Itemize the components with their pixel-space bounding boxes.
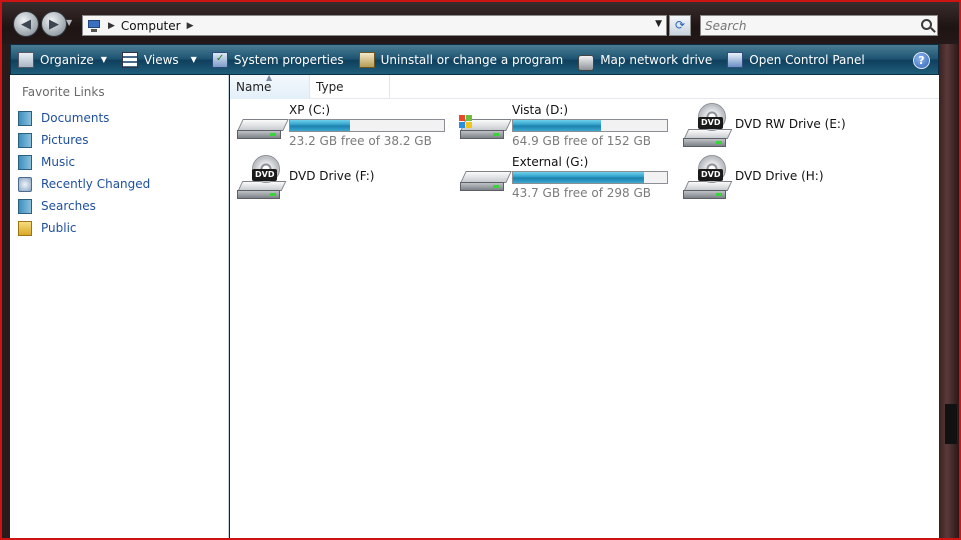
- views-button[interactable]: Views ▼: [115, 45, 205, 74]
- dvd-drive-icon: DVD: [236, 155, 287, 201]
- back-button[interactable]: ◀: [13, 11, 39, 37]
- address-bar-area: ◀ ▶ ▼ ▶ Computer ▶ ▼ ⟳: [2, 2, 959, 44]
- search-icon[interactable]: [921, 19, 932, 30]
- desktop-background-edge: [939, 44, 959, 538]
- views-icon: [121, 51, 138, 68]
- organize-icon: [18, 51, 34, 68]
- address-dropdown-icon[interactable]: ▼: [655, 19, 662, 29]
- navigation-pane: Favorite Links Documents Pictures Music …: [10, 75, 229, 538]
- chevron-down-icon: ▼: [190, 55, 197, 64]
- dvd-drive-icon: DVD: [682, 103, 733, 149]
- favorite-link-searches[interactable]: Searches: [18, 195, 150, 217]
- public-folder-icon: [18, 220, 32, 236]
- sort-ascending-icon: ▲: [266, 73, 273, 82]
- drive-item-c[interactable]: XP (C:) 23.2 GB free of 38.2 GB: [236, 103, 451, 149]
- explorer-window: ◀ ▶ ▼ ▶ Computer ▶ ▼ ⟳ Organize ▼ Views …: [0, 0, 961, 540]
- uninstall-icon: [358, 51, 375, 68]
- music-icon: [18, 154, 32, 170]
- drive-usage-bar: [512, 119, 668, 132]
- search-input[interactable]: [701, 16, 901, 35]
- dvd-drive-icon: DVD: [682, 155, 733, 201]
- column-header-type[interactable]: Type: [310, 75, 390, 99]
- file-list: ▲ Name Type XP (C:) 23.2 GB free of 38.2…: [230, 73, 939, 538]
- command-bar: Organize ▼ Views ▼ System properties Uni…: [10, 44, 939, 75]
- system-properties-icon: [211, 51, 228, 68]
- windows-drive-icon: [459, 103, 512, 149]
- address-field[interactable]: ▶ Computer ▶ ▼: [82, 15, 667, 36]
- searches-icon: [18, 198, 32, 214]
- system-properties-button[interactable]: System properties: [205, 45, 352, 74]
- drive-usage-bar: [289, 119, 445, 132]
- network-drive-icon: [578, 54, 595, 71]
- favorite-links-heading: Favorite Links: [22, 85, 105, 99]
- favorite-link-pictures[interactable]: Pictures: [18, 129, 150, 151]
- favorite-link-public[interactable]: Public: [18, 217, 150, 239]
- search-box[interactable]: [700, 15, 938, 36]
- help-icon[interactable]: ?: [913, 52, 930, 69]
- favorite-links-list: Documents Pictures Music Recently Change…: [18, 107, 150, 239]
- breadcrumb-chevron-icon[interactable]: ▶: [187, 21, 194, 31]
- organize-button[interactable]: Organize ▼: [11, 45, 115, 74]
- drive-item-f[interactable]: DVD DVD Drive (F:): [236, 155, 451, 201]
- favorite-link-documents[interactable]: Documents: [18, 107, 150, 129]
- drive-item-e[interactable]: DVD DVD RW Drive (E:): [682, 103, 897, 149]
- favorite-link-music[interactable]: Music: [18, 151, 150, 173]
- drive-item-d[interactable]: Vista (D:) 64.9 GB free of 152 GB: [459, 103, 674, 149]
- chevron-down-icon: ▼: [100, 55, 107, 64]
- breadcrumb-chevron-icon[interactable]: ▶: [108, 21, 115, 31]
- pictures-icon: [18, 132, 32, 148]
- hard-drive-icon: [459, 155, 512, 201]
- column-header-name[interactable]: ▲ Name: [230, 73, 310, 99]
- drive-item-g[interactable]: External (G:) 43.7 GB free of 298 GB: [459, 155, 674, 201]
- refresh-icon[interactable]: ⟳: [669, 15, 691, 36]
- recent-pages-dropdown[interactable]: ▼: [66, 18, 72, 27]
- drive-item-h[interactable]: DVD DVD Drive (H:): [682, 155, 897, 201]
- map-network-drive-button[interactable]: Map network drive: [571, 45, 720, 74]
- uninstall-program-button[interactable]: Uninstall or change a program: [352, 45, 572, 74]
- documents-icon: [18, 110, 32, 126]
- computer-icon: [86, 19, 102, 33]
- open-control-panel-button[interactable]: Open Control Panel: [720, 45, 872, 74]
- hard-drive-icon: [236, 103, 289, 149]
- windows-logo-icon: [459, 115, 473, 129]
- favorite-link-recently-changed[interactable]: Recently Changed: [18, 173, 150, 195]
- column-header-row: ▲ Name Type: [230, 73, 939, 99]
- control-panel-icon: [727, 51, 744, 68]
- forward-button[interactable]: ▶: [41, 11, 67, 37]
- drive-usage-bar: [512, 171, 668, 184]
- recently-changed-icon: [18, 176, 32, 192]
- breadcrumb-computer[interactable]: Computer: [121, 19, 181, 33]
